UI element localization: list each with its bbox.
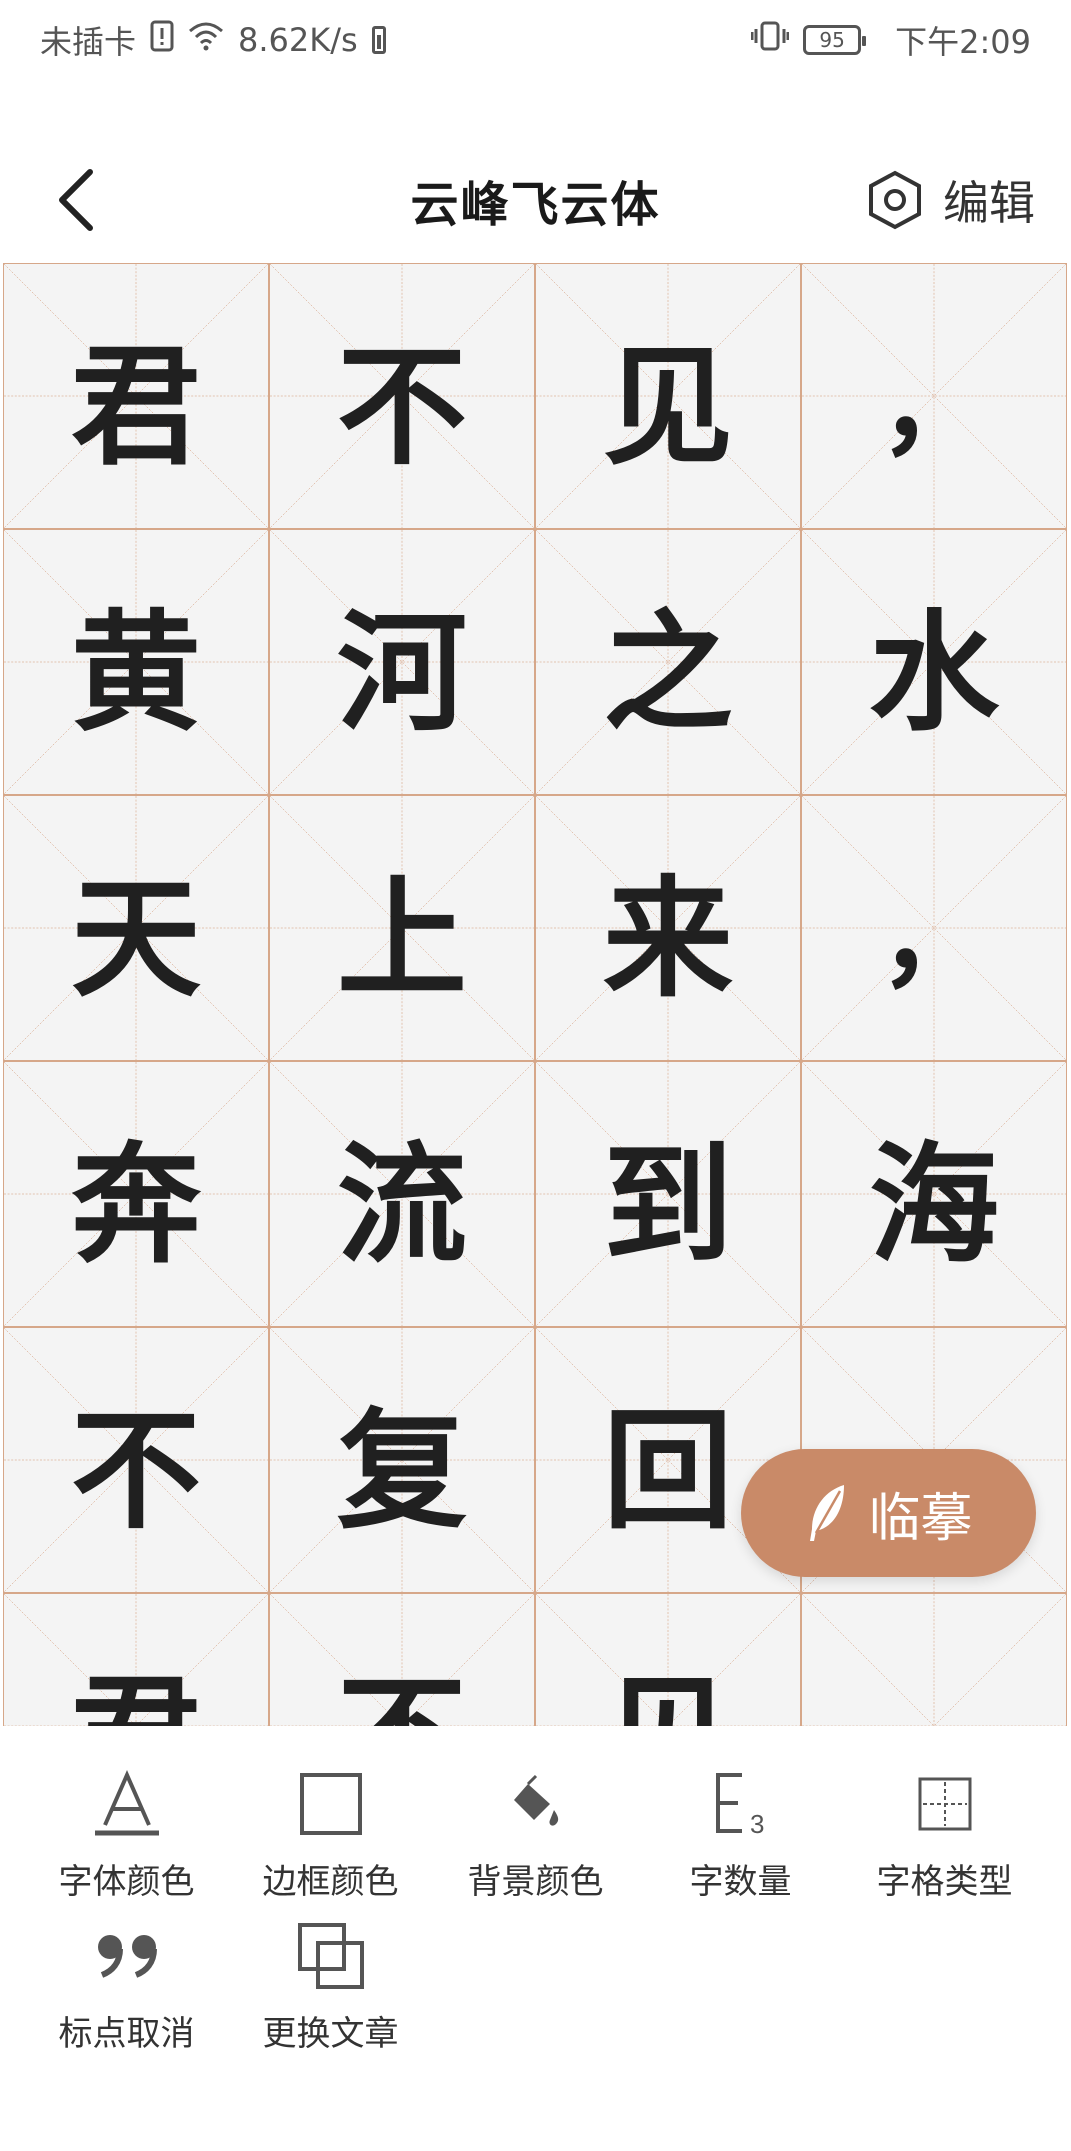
character-count-button[interactable]: 3 字数量 [638, 1764, 843, 1914]
page-title: 云峰飞云体 [410, 177, 661, 233]
calligraphy-character: 海 [868, 1128, 999, 1281]
calligraphy-character: 上 [336, 862, 467, 1015]
grid-cell: 君 [3, 263, 269, 529]
grid-cell: 之 [535, 529, 801, 795]
grid-cell: ， [801, 263, 1067, 529]
grid-cell: 复 [269, 1327, 535, 1593]
bottom-toolbar: 字体颜色 边框颜色 背景颜色 3 字数量 字格类型 标点取消 更换文章 [0, 1726, 1071, 2151]
hexagon-gear-icon [869, 170, 921, 230]
calligraphy-character: 来 [602, 862, 733, 1015]
grid-cell: ， [801, 795, 1067, 1061]
calligraphy-character: 水 [868, 596, 999, 749]
grid-cell: 不 [269, 263, 535, 529]
calligraphy-character: 到 [602, 1128, 733, 1281]
calligraphy-character: 君 [70, 330, 201, 483]
carrier-text: 未插卡 [40, 23, 137, 61]
character-count-icon: 3 [701, 1764, 781, 1844]
feather-icon [810, 1485, 845, 1541]
grid-cell: 海 [801, 1061, 1067, 1327]
grid-cell: 不 [269, 1593, 535, 1726]
calligraphy-character: 河 [336, 596, 467, 749]
background-color-button[interactable]: 背景颜色 [433, 1764, 638, 1914]
grid-cell: 不 [3, 1327, 269, 1593]
calligraphy-character [802, 1594, 1066, 1726]
battery-icon: 95 [803, 25, 867, 55]
overlap-squares-icon [291, 1916, 371, 1996]
trace-button[interactable]: 临摹 [741, 1449, 1036, 1577]
calligraphy-character: 君 [4, 1594, 268, 1726]
grid-cell: 君 [3, 1593, 269, 1726]
calligraphy-character: 不 [70, 1394, 201, 1547]
grid-type-icon [905, 1764, 985, 1844]
calligraphy-character: 奔 [70, 1128, 201, 1281]
edit-button[interactable]: 编辑 [867, 168, 1035, 232]
font-color-button[interactable]: 字体颜色 [24, 1764, 229, 1914]
border-color-button[interactable]: 边框颜色 [228, 1764, 433, 1914]
grid-cell: 到 [535, 1061, 801, 1327]
tool-label: 字数量 [689, 1862, 792, 1902]
font-color-icon [87, 1764, 167, 1844]
grid-cell: 见 [535, 263, 801, 529]
edit-label: 编辑 [943, 176, 1035, 230]
calligraphy-character: 复 [336, 1394, 467, 1547]
grid-cell: 天 [3, 795, 269, 1061]
status-right: 95 下午2:09 [750, 17, 1031, 63]
trace-button-label: 临摹 [868, 1488, 973, 1549]
border-color-icon [291, 1764, 371, 1844]
grid-cell: 水 [801, 529, 1067, 795]
back-button[interactable] [44, 168, 108, 232]
grid-cell: 流 [269, 1061, 535, 1327]
clock-time: 下午2:09 [895, 23, 1031, 61]
calligraphy-character: ， [879, 341, 989, 470]
wifi-icon [188, 21, 224, 59]
grid-cell: 奔 [3, 1061, 269, 1327]
quote-marks-icon [87, 1916, 167, 1996]
calligraphy-character: 不 [336, 330, 467, 483]
calligraphy-character: 之 [602, 596, 733, 749]
paint-bucket-icon [496, 1764, 576, 1844]
svg-text:3: 3 [750, 1809, 764, 1839]
calligraphy-character: 天 [70, 862, 201, 1015]
network-speed: 8.62K/s [238, 21, 358, 59]
tool-label: 标点取消 [58, 2014, 195, 2054]
grid-cell: 河 [269, 529, 535, 795]
status-bar: 未插卡 8.62K/s 95 下午2:09 [0, 0, 1071, 80]
tool-label: 更换文章 [262, 2014, 399, 2054]
grid-cell: 见 [535, 1593, 801, 1726]
tool-label: 边框颜色 [262, 1862, 399, 1902]
calligraphy-character: 不 [270, 1594, 534, 1726]
grid-cell: 上 [269, 795, 535, 1061]
grid-cell: 黄 [3, 529, 269, 795]
chevron-left-icon [59, 169, 93, 231]
vibrate-icon [750, 20, 790, 60]
tool-label: 字体颜色 [58, 1862, 195, 1902]
calligraphy-character: 流 [336, 1128, 467, 1281]
cancel-punctuation-button[interactable]: 标点取消 [24, 1916, 229, 2066]
grid-type-button[interactable]: 字格类型 [842, 1764, 1047, 1914]
sim-alert-icon [150, 20, 174, 60]
status-left: 未插卡 8.62K/s [40, 17, 386, 63]
tool-label: 背景颜色 [467, 1862, 604, 1902]
charging-battery-icon [371, 26, 386, 54]
calligraphy-character: 见 [536, 1594, 800, 1726]
grid-cell: 来 [535, 795, 801, 1061]
grid-cell [801, 1593, 1067, 1726]
header: 云峰飞云体 编辑 [0, 140, 1071, 260]
battery-level: 95 [819, 28, 845, 52]
change-article-button[interactable]: 更换文章 [228, 1916, 433, 2066]
tool-label: 字格类型 [876, 1862, 1013, 1902]
calligraphy-character: 见 [602, 330, 733, 483]
calligraphy-character: ， [879, 873, 989, 1002]
calligraphy-character: 黄 [70, 596, 201, 749]
